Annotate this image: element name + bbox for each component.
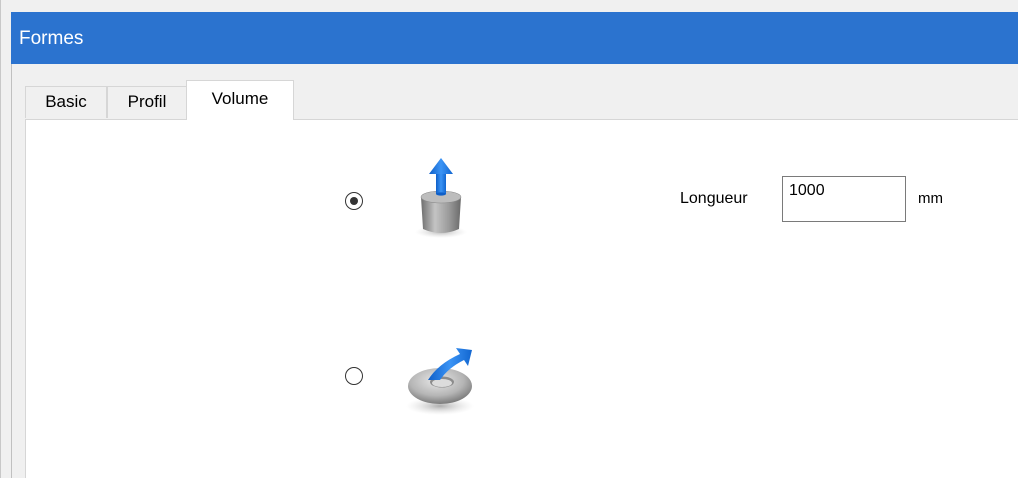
length-unit: mm [918, 190, 943, 207]
extrude-icon [405, 155, 475, 240]
window-title: Formes [19, 28, 84, 49]
radio-selected-dot [349, 196, 358, 205]
length-input[interactable] [783, 177, 905, 203]
tab-volume[interactable]: Volume [186, 80, 294, 120]
revolve-icon [398, 340, 480, 420]
tab-profil[interactable]: Profil [107, 86, 187, 118]
length-label: Longueur [680, 190, 748, 207]
title-bar[interactable]: Formes [11, 12, 1018, 64]
length-field[interactable] [782, 176, 906, 222]
shapes-dialog: Formes Basic Profil Volume Longueur 1000… [0, 0, 1018, 478]
tab-basic[interactable]: Basic [25, 86, 107, 118]
extrude-radio[interactable] [345, 192, 363, 210]
revolve-radio[interactable] [345, 367, 363, 385]
volume-tab-panel [25, 119, 1018, 478]
